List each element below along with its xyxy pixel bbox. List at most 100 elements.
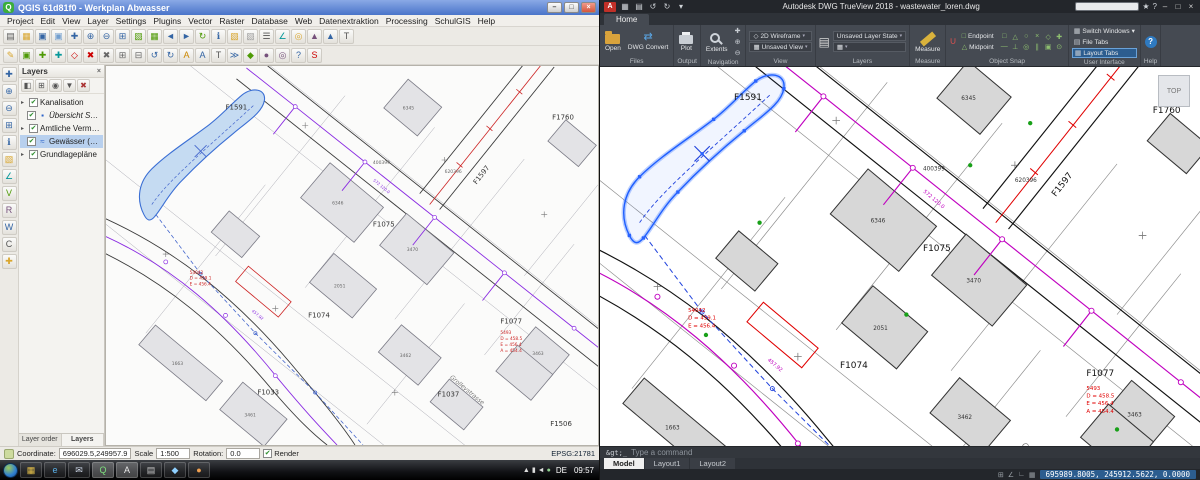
favorites-icon[interactable]: ★ xyxy=(1142,2,1149,11)
menu-edit[interactable]: Edit xyxy=(37,16,58,26)
taskbar-app8-icon[interactable]: ● xyxy=(188,462,210,478)
qat-dropdown-icon[interactable]: ▾ xyxy=(675,1,687,13)
command-input[interactable]: Type a command xyxy=(631,448,692,457)
visibility-checkbox[interactable]: ✔ xyxy=(27,111,36,120)
menu-vector[interactable]: Vector xyxy=(185,16,215,26)
taskbar-app7-icon[interactable]: ◆ xyxy=(164,462,186,478)
show-bookmarks-icon[interactable]: ▲ xyxy=(323,29,338,44)
file-tabs-button[interactable]: ▤ File Tabs xyxy=(1072,37,1137,47)
pan-map-icon[interactable]: ✚ xyxy=(67,29,82,44)
zoom-in-tool-icon[interactable]: ⊕ xyxy=(2,84,17,99)
visibility-checkbox[interactable]: ✔ xyxy=(29,150,38,159)
taskbar-mail-icon[interactable]: ✉ xyxy=(68,462,90,478)
zoom-extents-button[interactable]: Extents xyxy=(704,31,730,53)
menu-datenextraktion[interactable]: Datenextraktion xyxy=(316,16,382,26)
help-icon[interactable]: ? xyxy=(1145,36,1157,48)
zoom-in-button[interactable]: ⊕ xyxy=(733,37,743,47)
zoom-extent-tool-icon[interactable]: ⊞ xyxy=(2,118,17,133)
tab-layout1[interactable]: Layout1 xyxy=(645,458,690,469)
tray-volume-icon[interactable]: ◄ xyxy=(538,466,545,474)
minimize-button[interactable]: – xyxy=(547,2,562,13)
minimize-button[interactable]: – xyxy=(1160,2,1170,11)
taskbar-dwg-icon[interactable]: A xyxy=(116,462,138,478)
layout-tabs-button[interactable]: ▦ Layout Tabs xyxy=(1072,48,1137,58)
close-button[interactable]: × xyxy=(1186,2,1196,11)
snap-quadrant-icon[interactable]: ◇ xyxy=(1043,32,1054,42)
coordinate-value[interactable]: 696029.5,249957.9 xyxy=(59,448,132,459)
endpoint-snap-button[interactable]: □ Endpoint xyxy=(960,31,996,41)
menu-web[interactable]: Web xyxy=(292,16,315,26)
add-raster-layer-icon[interactable]: R xyxy=(2,203,17,218)
deselect-icon[interactable]: ▧ xyxy=(243,29,258,44)
taskbar-files-icon[interactable]: ▤ xyxy=(140,462,162,478)
paste-features-icon[interactable]: ⊟ xyxy=(131,48,146,63)
tray-updates-icon[interactable]: ● xyxy=(547,466,551,474)
expander-icon[interactable]: ▸ xyxy=(21,151,27,158)
identify-icon[interactable]: ℹ xyxy=(211,29,226,44)
manage-visibility-icon[interactable]: ◉ xyxy=(49,79,62,92)
expander-icon[interactable]: ▸ xyxy=(21,99,27,106)
autodesk-app-icon[interactable]: A xyxy=(604,2,616,12)
measure-icon[interactable]: ∠ xyxy=(275,29,290,44)
snap-extension-icon[interactable]: — xyxy=(999,42,1010,52)
tab-model[interactable]: Model xyxy=(604,458,644,469)
python-console-icon[interactable]: ≫ xyxy=(227,48,242,63)
menu-processing[interactable]: Processing xyxy=(383,16,431,26)
processing-toolbox-icon[interactable]: ● xyxy=(259,48,274,63)
redo-icon[interactable]: ↻ xyxy=(163,48,178,63)
undo-icon[interactable]: ↺ xyxy=(147,48,162,63)
zoom-to-selection-icon[interactable]: ▧ xyxy=(131,29,146,44)
dwg-drawing-canvas[interactable]: TOP xyxy=(600,67,1200,446)
copy-features-icon[interactable]: ⊞ xyxy=(115,48,130,63)
save-as-icon[interactable]: ▣ xyxy=(51,29,66,44)
menu-database[interactable]: Database xyxy=(248,16,290,26)
open-project-icon[interactable]: ▦ xyxy=(19,29,34,44)
named-view-dropdown[interactable]: ▦ Unsaved View ▾ xyxy=(749,42,811,52)
visibility-checkbox[interactable]: ✔ xyxy=(27,137,36,146)
status-snap-icon[interactable]: ∠ xyxy=(1008,471,1014,479)
snap-tangent-icon[interactable]: ◎ xyxy=(1021,42,1032,52)
tab-layers[interactable]: Layers xyxy=(62,434,105,446)
epsg-badge[interactable]: EPSG:21781 xyxy=(551,449,595,458)
tray-arrow-icon[interactable]: ▲ xyxy=(523,466,530,474)
snap-nearest-icon[interactable]: ⊙ xyxy=(1054,42,1065,52)
add-vector-layer-icon[interactable]: V xyxy=(2,186,17,201)
labeling-icon[interactable]: A xyxy=(179,48,194,63)
open-layer-styling-icon[interactable]: ◧ xyxy=(21,79,34,92)
layer-state-dropdown[interactable]: Unsaved Layer State ▾ xyxy=(833,31,906,41)
tray-network-icon[interactable]: ▮ xyxy=(532,466,536,474)
crs-status-icon[interactable]: ◎ xyxy=(275,48,290,63)
refresh-icon[interactable]: ↻ xyxy=(195,29,210,44)
menu-schulgis[interactable]: SchulGIS xyxy=(432,16,474,26)
map-tips-icon[interactable]: ◎ xyxy=(291,29,306,44)
add-delimited-text-icon[interactable]: C xyxy=(2,237,17,252)
layer-item-uebersicht[interactable]: ✔ ▪ Übersicht Sektor 25 xyxy=(20,109,103,122)
select-features-icon[interactable]: ▧ xyxy=(227,29,242,44)
snap-endpoint-icon[interactable]: □ xyxy=(999,32,1010,42)
snap-midpoint-icon[interactable]: △ xyxy=(1010,32,1021,42)
log-messages-icon[interactable] xyxy=(4,449,14,459)
new-project-icon[interactable]: ▤ xyxy=(3,29,18,44)
qat-open-icon[interactable]: ▦ xyxy=(619,1,631,13)
status-grid-icon[interactable]: ⊞ xyxy=(998,471,1004,479)
snap-node-icon[interactable]: × xyxy=(1032,32,1043,42)
plugin-manager-icon[interactable]: ◆ xyxy=(243,48,258,63)
qat-plot-icon[interactable]: ▤ xyxy=(633,1,645,13)
qat-undo-icon[interactable]: ↺ xyxy=(647,1,659,13)
add-wms-layer-icon[interactable]: W xyxy=(2,220,17,235)
remove-layer-icon[interactable]: ✖ xyxy=(77,79,90,92)
snap-intersection-icon[interactable]: ✚ xyxy=(1054,32,1065,42)
pan-button[interactable]: ✚ xyxy=(733,26,743,36)
node-tool-icon[interactable]: ◇ xyxy=(67,48,82,63)
language-indicator[interactable]: DE xyxy=(554,466,569,475)
viewcube[interactable]: TOP xyxy=(1158,75,1190,107)
visual-style-dropdown[interactable]: ◇ 2D Wireframe ▾ xyxy=(749,31,811,41)
maximize-button[interactable]: □ xyxy=(564,2,579,13)
zoom-last-icon[interactable]: ◄ xyxy=(163,29,178,44)
cut-features-icon[interactable]: ✖ xyxy=(99,48,114,63)
plot-button[interactable]: Plot xyxy=(677,31,695,52)
open-button[interactable]: Open xyxy=(603,31,623,52)
annotation-icon[interactable]: T xyxy=(211,48,226,63)
layer-item-gewaesser[interactable]: ✔ ≈ Gewässer (AV) xyxy=(20,135,103,148)
measure-tool-icon[interactable]: ∠ xyxy=(2,169,17,184)
